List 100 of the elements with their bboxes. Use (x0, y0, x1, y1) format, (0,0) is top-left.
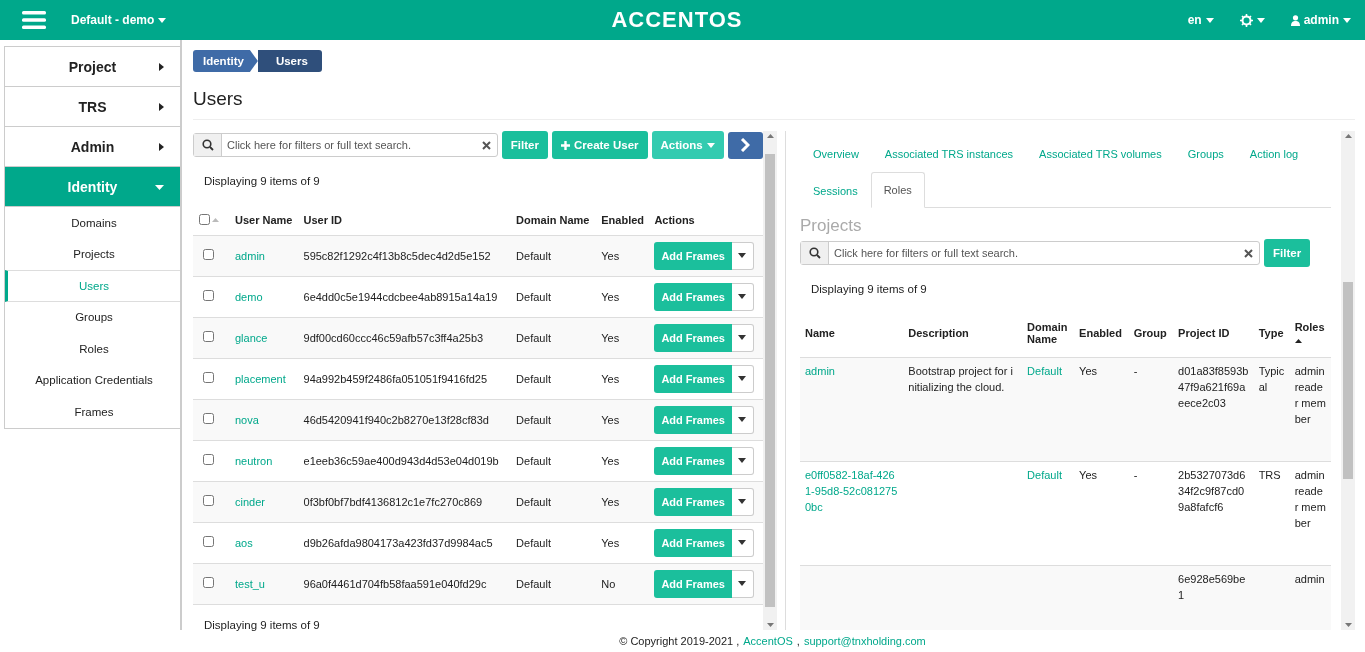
project-name-link[interactable]: admin (805, 362, 899, 379)
dropdown-button[interactable] (731, 487, 754, 516)
search-bar[interactable]: Click here for filters or full text search. (193, 133, 498, 157)
scroll-up-icon[interactable] (766, 134, 774, 138)
tab[interactable]: Roles (870, 172, 925, 208)
add-frames-button[interactable]: Add Frames (654, 282, 732, 311)
user-menu[interactable]: admin (1290, 13, 1351, 27)
row-checkbox[interactable] (203, 372, 214, 383)
actions-button[interactable]: Actions (651, 131, 724, 159)
table-row[interactable]: demo 6e4dd0c5e1944cdcbee4ab8915a14a19 Default Yes Add Frames (193, 276, 763, 317)
caret-icon (738, 458, 747, 463)
sidebar-item[interactable]: Users (5, 270, 180, 302)
domain-link[interactable]: Default (1027, 468, 1062, 481)
user-name-link[interactable]: glance (235, 331, 268, 344)
user-name-link[interactable]: test_u (235, 577, 265, 590)
table-row[interactable]: nova 46d5420941f940c2b8270e13f28cf83d Default Yes Add Frames (193, 399, 763, 440)
add-frames-button[interactable]: Add Frames (654, 569, 732, 598)
dropdown-button[interactable] (731, 528, 754, 557)
user-name-link[interactable]: placement (235, 372, 286, 385)
table-cell: Default (512, 276, 598, 317)
sort-icon[interactable] (1294, 338, 1302, 343)
caret-icon (1205, 17, 1214, 23)
column-header: Project ID (1173, 309, 1254, 357)
menu-icon[interactable] (22, 10, 46, 30)
row-checkbox[interactable] (203, 495, 214, 506)
table-row[interactable]: placement 94a992b459f2486fa051051f9416fd25 Default Yes Add Frames (193, 358, 763, 399)
select-all-checkbox[interactable] (199, 214, 210, 226)
row-checkbox[interactable] (203, 290, 214, 301)
filter-button[interactable]: Filter (501, 131, 548, 159)
add-frames-button[interactable]: Add Frames (654, 323, 732, 352)
table-row[interactable]: neutron e1eeb36c59ae400d943d4d53e04d019b Default Yes Add Frames (193, 440, 763, 481)
project-name-link[interactable]: e0ff0582-18af-4261-95d8-52c0812750bc (805, 466, 899, 515)
dropdown-button[interactable] (731, 446, 754, 475)
table-row[interactable]: cinder 0f3bf0bf7bdf4136812c1e7fc270c869 Default Yes Add Frames (193, 481, 763, 522)
expand-button[interactable] (727, 131, 763, 159)
caret-icon (738, 581, 747, 586)
scrollbar[interactable] (763, 131, 777, 630)
table-cell: 9df00cd60ccc46c59afb57c3ff4a25b3 (299, 317, 513, 358)
project-menu[interactable]: Default - demo (71, 13, 167, 27)
create-user-button[interactable]: Create User (551, 131, 648, 159)
add-frames-button[interactable]: Add Frames (654, 446, 732, 475)
add-frames-button[interactable]: Add Frames (654, 487, 732, 516)
section-title: Projects (800, 216, 863, 236)
user-name-link[interactable]: aos (235, 536, 253, 549)
table-cell: 595c82f1292c4f13b8c5dec4d2d5e152 (299, 235, 513, 276)
search-bar[interactable]: Click here for filters or full text search. (800, 241, 1260, 265)
scroll-up-icon[interactable] (1344, 134, 1352, 138)
user-name-link[interactable]: nova (235, 413, 259, 426)
add-frames-button[interactable]: Add Frames (654, 528, 732, 557)
table-cell: Default (512, 481, 598, 522)
row-checkbox[interactable] (203, 577, 214, 588)
table-cell: - (1133, 468, 1138, 481)
table-row[interactable]: aos d9b26afda9804173a423fd37d9984ac5 Default Yes Add Frames (193, 522, 763, 563)
scrollbar[interactable] (1341, 131, 1355, 630)
dropdown-button[interactable] (731, 323, 754, 352)
sidebar-section[interactable]: Identity (5, 167, 180, 207)
settings-menu[interactable] (1239, 13, 1265, 27)
scroll-down-icon[interactable] (766, 623, 774, 627)
dropdown-button[interactable] (731, 364, 754, 393)
description-text: Bootstrap project for initializing the cloud. (908, 364, 1013, 393)
column-header: Group (1128, 309, 1174, 357)
clear-icon[interactable] (1244, 248, 1253, 258)
add-frames-button[interactable]: Add Frames (654, 364, 732, 393)
dropdown-button[interactable] (731, 282, 754, 311)
email-link[interactable]: support@tnxholding.com (803, 635, 926, 647)
row-checkbox[interactable] (203, 249, 214, 260)
row-checkbox[interactable] (203, 536, 214, 547)
row-checkbox[interactable] (203, 331, 214, 342)
dropdown-button[interactable] (731, 405, 754, 434)
scroll-down-icon[interactable] (1344, 623, 1352, 627)
user-name-link[interactable]: cinder (235, 495, 265, 508)
caret-icon (738, 253, 747, 258)
caret-icon (738, 540, 747, 545)
user-name-link[interactable]: demo (235, 290, 263, 303)
breadcrumb-item[interactable]: Identity (193, 50, 258, 72)
table-row[interactable]: glance 9df00cd60ccc46c59afb57c3ff4a25b3 Default Yes Add Frames (193, 317, 763, 358)
table-row[interactable]: admin 595c82f1292c4f13b8c5dec4d2d5e152 Default Yes Add Frames (193, 235, 763, 276)
user-name-link[interactable]: admin (235, 249, 265, 262)
add-frames-button[interactable]: Add Frames (654, 241, 732, 270)
breadcrumb-item[interactable]: Users (257, 50, 322, 72)
table-row[interactable]: test_u 96a0f4461d704fb58faa591e040fd29c Default No Add Frames (193, 563, 763, 604)
column-header: Type (1253, 309, 1290, 357)
filter-button[interactable]: Filter (1264, 239, 1311, 267)
user-name-link[interactable]: neutron (235, 454, 273, 467)
language-menu[interactable]: en (1187, 13, 1214, 27)
add-frames-button[interactable]: Add Frames (654, 405, 732, 434)
row-checkbox[interactable] (203, 413, 214, 424)
clear-icon[interactable] (481, 140, 491, 150)
column-header: Domain Name (512, 205, 598, 235)
dropdown-button[interactable] (731, 569, 754, 598)
plus-icon (560, 140, 570, 150)
domain-link[interactable]: Default (1027, 364, 1062, 377)
row-checkbox[interactable] (203, 454, 214, 465)
product-link[interactable]: AccentOS (743, 635, 793, 647)
caret-icon (1343, 17, 1351, 23)
caret-icon (738, 499, 747, 504)
caret-icon (1256, 17, 1265, 23)
caret-icon (158, 17, 167, 23)
table-cell: Typical (1258, 364, 1285, 393)
dropdown-button[interactable] (731, 241, 754, 270)
